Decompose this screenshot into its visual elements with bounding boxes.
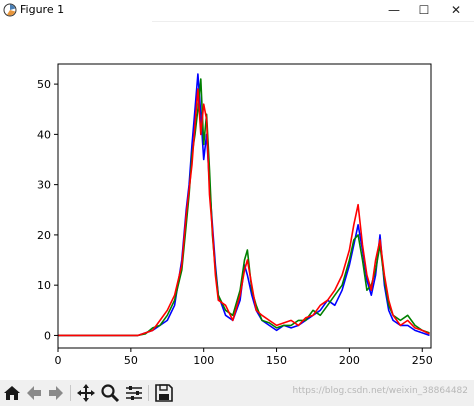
- close-button[interactable]: ✕: [436, 0, 474, 22]
- series-line-2: [58, 88, 430, 337]
- status-text: https://blog.csdn.net/weixin_38864482: [292, 386, 468, 396]
- y-tick-label: 50: [37, 78, 51, 91]
- series-line-1: [58, 78, 430, 337]
- x-tick-label: 100: [193, 354, 214, 367]
- save-icon[interactable]: [154, 383, 174, 403]
- app-icon: [3, 3, 17, 17]
- y-tick-label: 30: [37, 179, 51, 192]
- back-icon[interactable]: [24, 383, 44, 403]
- forward-icon[interactable]: [46, 383, 66, 403]
- toolbar-divider: [148, 385, 149, 401]
- figure-canvas: 0 50 100 150 200 250 0 10 20 30 40 50: [0, 22, 474, 380]
- title-bar: Figure 1 — ☐ ✕: [0, 0, 474, 22]
- x-tick-label: 0: [55, 354, 62, 367]
- y-tick-label: 10: [37, 279, 51, 292]
- x-tick-label: 200: [339, 354, 360, 367]
- axes-frame: [57, 63, 432, 349]
- y-tick-label: 20: [37, 229, 51, 242]
- pan-icon[interactable]: [76, 383, 96, 403]
- home-icon[interactable]: [2, 383, 22, 403]
- configure-subplots-icon[interactable]: [124, 383, 144, 403]
- series-line-0: [58, 73, 430, 337]
- x-tick-label: 250: [412, 354, 433, 367]
- y-tick-label: 40: [37, 128, 51, 141]
- window-title: Figure 1: [20, 3, 65, 16]
- x-tick-label: 50: [124, 354, 138, 367]
- x-tick-label: 150: [266, 354, 287, 367]
- toolbar-divider: [70, 385, 71, 401]
- line-chart: 0 50 100 150 200 250 0 10 20 30 40 50: [37, 63, 433, 367]
- navigation-toolbar: https://blog.csdn.net/weixin_38864482: [0, 380, 474, 406]
- zoom-icon[interactable]: [100, 383, 120, 403]
- y-tick-label: 0: [44, 329, 51, 342]
